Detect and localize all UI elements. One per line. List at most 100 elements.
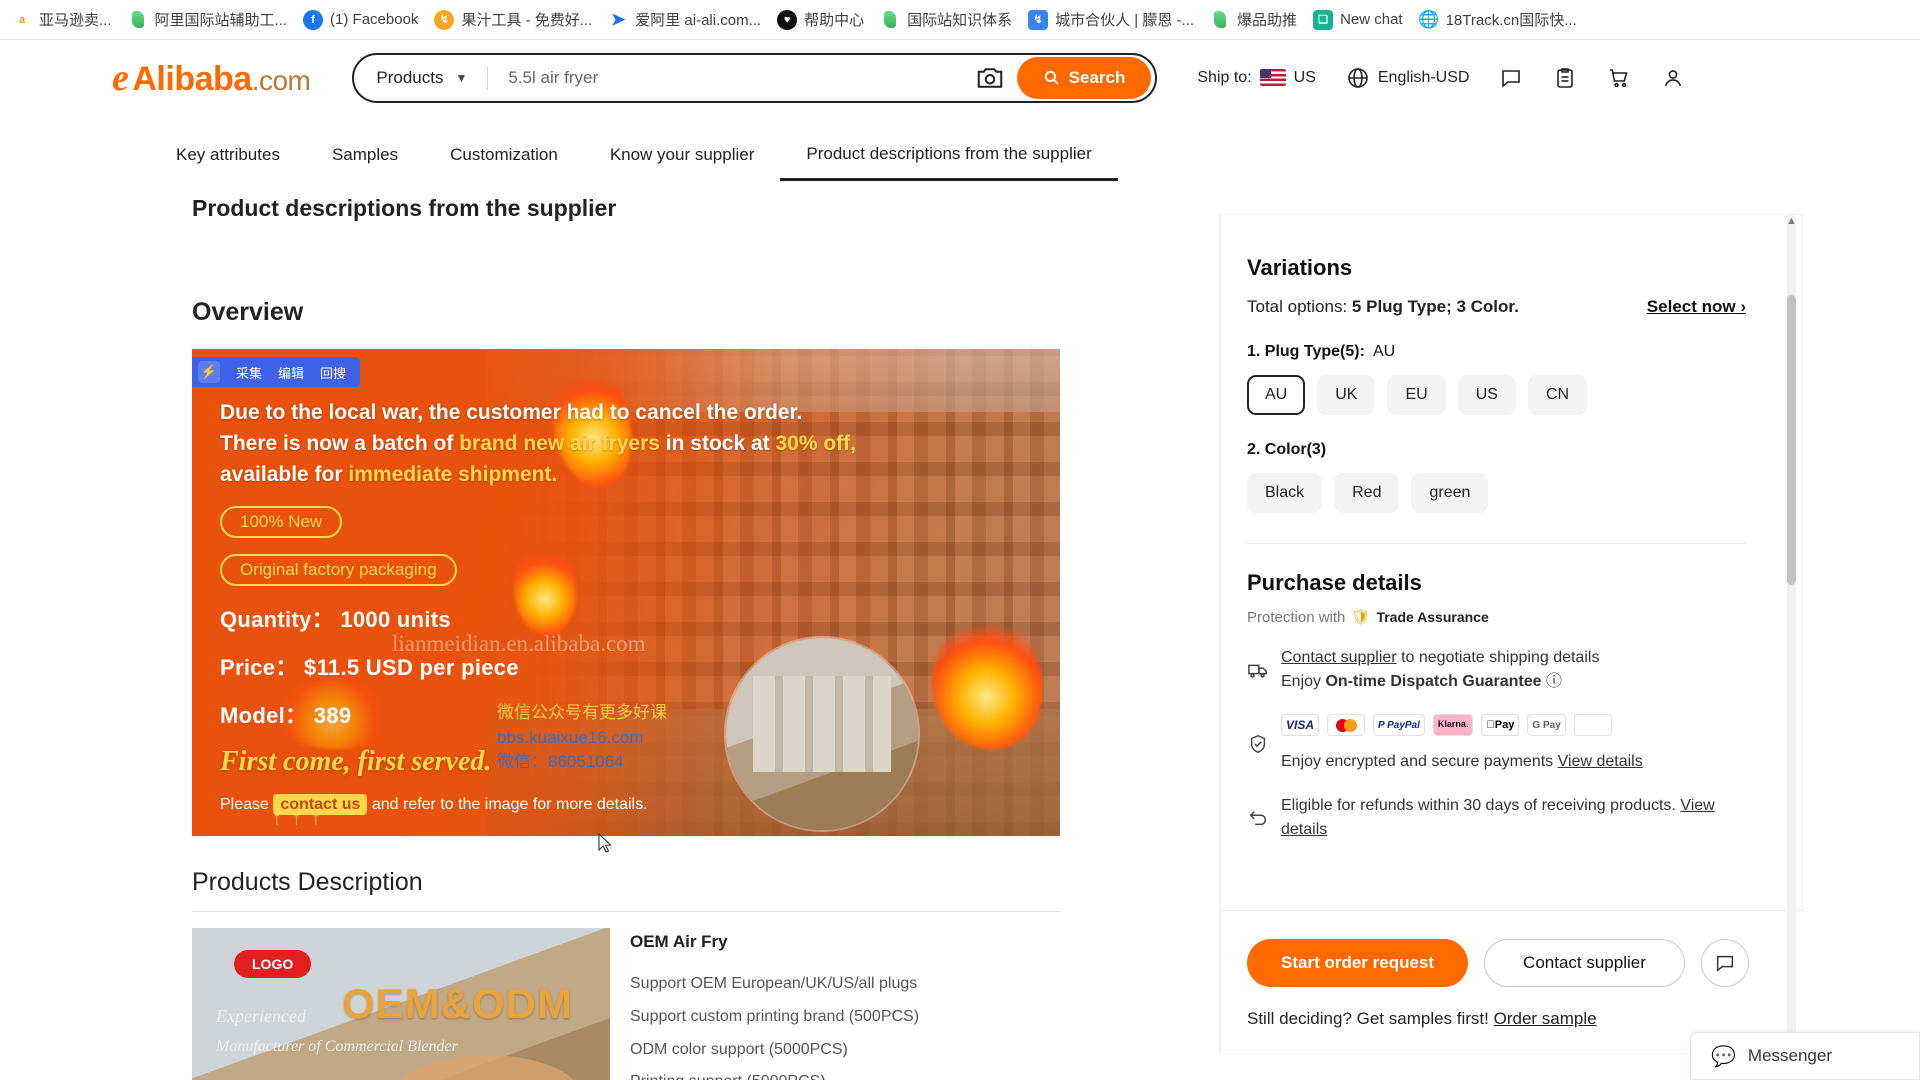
bookmark-item[interactable]: 爆品助推 <box>1202 6 1305 33</box>
truck-icon <box>1248 664 1267 678</box>
chat-button[interactable] <box>1700 939 1749 987</box>
tab-samples[interactable]: Samples <box>306 145 424 179</box>
capture-toolbar[interactable]: ⚡ 采集 编辑 回搜 <box>192 357 361 387</box>
promo-line-3: available for immediate shipment. <box>220 459 900 490</box>
purchase-details-heading: Purchase details <box>1247 570 1422 595</box>
promo-price-label: Price： <box>220 655 298 681</box>
color-option-green[interactable]: green <box>1411 473 1489 513</box>
category-select[interactable]: Products ▼ <box>376 68 467 88</box>
plug-option-uk[interactable]: UK <box>1317 375 1376 415</box>
klarna-icon: Klarna. <box>1432 714 1474 736</box>
tab-know-your-supplier[interactable]: Know your supplier <box>584 145 781 179</box>
bookmark-item[interactable]: ♥ 帮助中心 <box>769 6 872 33</box>
bookmark-label: 帮助中心 <box>804 12 865 29</box>
amazon-icon: a <box>18 13 26 26</box>
bookmark-label: New chat <box>1340 11 1403 28</box>
panel-scrollbar-thumb[interactable] <box>1787 295 1796 585</box>
shipping-row: Contact supplier to negotiate shipping d… <box>1247 646 1746 694</box>
scroll-up-icon[interactable]: ▲ <box>1785 215 1798 228</box>
bookmark-item[interactable]: ➤ 爱阿里 ai-ali.com... <box>600 6 769 33</box>
promo-price-value: $11.5 USD per piece <box>304 655 519 681</box>
ship-to-country: US <box>1293 68 1316 86</box>
info-icon[interactable]: ⓘ <box>1546 673 1562 690</box>
search-input[interactable] <box>508 67 975 88</box>
mouse-cursor <box>598 833 612 853</box>
language-selector[interactable]: English-USD <box>1346 66 1469 90</box>
chat-bubble-icon <box>1716 955 1733 972</box>
bookmark-label: 爆品助推 <box>1237 12 1298 29</box>
products-description-heading: Products Description <box>192 868 423 896</box>
select-now-link[interactable]: Select now › <box>1647 297 1746 317</box>
payment-logos: VISA P PayPal Klarna. Pay G Pay <box>1281 714 1746 736</box>
purchase-panel-scroll: Variations Total options: 5 Plug Type; 3… <box>1221 215 1802 875</box>
contact-supplier-link[interactable]: Contact supplier <box>1281 649 1397 666</box>
tab-customization[interactable]: Customization <box>424 145 584 179</box>
plug-option-au[interactable]: AU <box>1247 375 1306 415</box>
bookmark-item[interactable]: ↯ 果汁工具 - 免费好... <box>426 6 600 33</box>
facebook-icon: f <box>303 9 324 30</box>
search-button-label: Search <box>1068 67 1126 87</box>
description-column: Product descriptions from the supplier O… <box>192 195 1064 1080</box>
alibaba-logo[interactable]: e Alibaba .com <box>112 56 311 100</box>
camera-icon[interactable] <box>975 63 1005 93</box>
plug-type-selected: AU <box>1372 343 1396 360</box>
bookmark-item[interactable]: ❑ New chat <box>1305 7 1411 33</box>
order-sample-link[interactable]: Order sample <box>1494 1009 1597 1028</box>
product-tab-nav: Key attributes Samples Customization Kno… <box>0 140 1920 184</box>
site-header: e Alibaba .com Products ▼ Search Ship to… <box>0 40 1920 115</box>
promo-quantity-label: Quantity： <box>220 607 334 633</box>
globe-icon <box>1348 67 1368 88</box>
refund-arrow-icon <box>1249 811 1266 826</box>
protection-label: Protection with <box>1247 608 1346 626</box>
cart-icon[interactable] <box>1607 66 1631 90</box>
bookmark-label: 阿里国际站辅助工... <box>154 12 288 29</box>
arrow-decoration: ↑↑↑ <box>272 808 331 829</box>
google-pay-icon: G Pay <box>1527 714 1566 736</box>
contact-supplier-button[interactable]: Contact supplier <box>1484 939 1685 987</box>
account-icon[interactable] <box>1661 66 1685 90</box>
promo-model: Model： 389 <box>220 698 900 730</box>
tab-product-descriptions[interactable]: Product descriptions from the supplier <box>780 144 1118 181</box>
bookmark-item[interactable]: a 亚马逊卖... <box>4 6 120 33</box>
capture-edit-label[interactable]: 编辑 <box>278 363 304 382</box>
messages-icon[interactable] <box>1499 66 1523 90</box>
image-title-overlay: OEM&ODM <box>342 980 573 1027</box>
promo-line-3-highlight: immediate shipment. <box>348 463 558 487</box>
refund-text: Eligible for refunds within 30 days of r… <box>1281 797 1676 814</box>
plug-type-label: 1. Plug Type(5): AU <box>1247 343 1746 361</box>
search-button[interactable]: Search <box>1016 56 1152 99</box>
color-option-red[interactable]: Red <box>1334 473 1400 513</box>
payments-view-details-link[interactable]: View details <box>1558 753 1643 770</box>
plug-option-cn[interactable]: CN <box>1527 375 1588 415</box>
ship-to-selector[interactable]: Ship to: US <box>1197 69 1316 87</box>
product-info: OEM Air Fry Support OEM European/UK/US/a… <box>610 928 919 1080</box>
bookmark-item[interactable]: 国际站知识体系 <box>872 6 1020 33</box>
apple-pay-icon: Pay <box>1481 714 1520 736</box>
messenger-widget[interactable]: 💬 Messenger <box>1690 1032 1920 1080</box>
bookmark-item[interactable]: ↯ 城市合伙人 | 朦恩 -... <box>1020 6 1202 33</box>
tab-key-attributes[interactable]: Key attributes <box>150 145 306 179</box>
bookmark-item[interactable]: 🌐 18Track.cn国际快... <box>1411 6 1585 33</box>
bookmark-item[interactable]: 阿里国际站辅助工... <box>120 6 296 33</box>
promo-line-2-b: in stock at <box>659 432 776 456</box>
bookmark-item[interactable]: f (1) Facebook <box>295 7 426 33</box>
capture-collect-label[interactable]: 采集 <box>236 363 262 382</box>
alibaba-logo-suffix: .com <box>251 64 311 96</box>
promo-model-value: 389 <box>313 703 352 729</box>
bookmark-label: (1) Facebook <box>330 11 419 28</box>
ship-to-label: Ship to: <box>1197 68 1252 86</box>
logo-badge: LOGO <box>234 950 312 978</box>
dispatch-guarantee: On-time Dispatch Guarantee <box>1325 673 1542 690</box>
plug-option-eu[interactable]: EU <box>1387 375 1446 415</box>
product-description-card: LOGO OEM&ODM Experienced Manufacturer of… <box>192 911 1060 1080</box>
plug-option-us[interactable]: US <box>1457 375 1516 415</box>
capture-search-label[interactable]: 回搜 <box>320 363 346 382</box>
bookmark-label: 果汁工具 - 免费好... <box>461 12 593 29</box>
promo-script-text: First come, first served. <box>220 746 492 778</box>
flame-decoration <box>932 619 1042 749</box>
product-bullet: ODM color support (5000PCS) <box>630 1040 848 1058</box>
orders-icon[interactable] <box>1553 66 1577 90</box>
total-options-row: Total options: 5 Plug Type; 3 Color. Sel… <box>1247 297 1746 317</box>
color-option-black[interactable]: Black <box>1247 473 1323 513</box>
start-order-request-button[interactable]: Start order request <box>1247 939 1469 987</box>
